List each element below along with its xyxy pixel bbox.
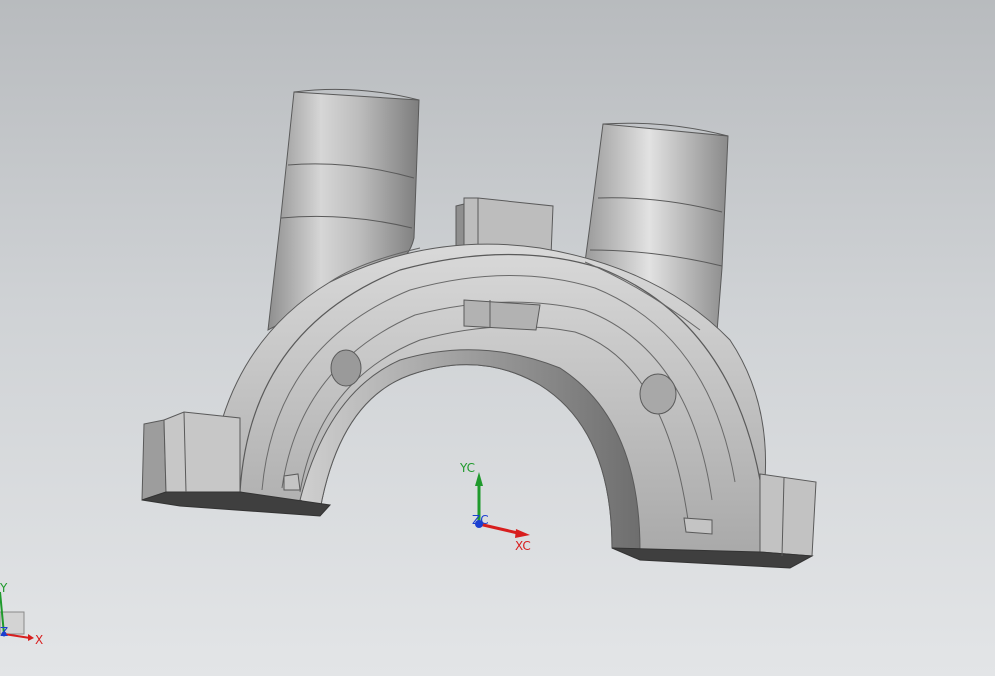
yc-label: YC bbox=[459, 461, 475, 475]
view-y-label: Y bbox=[0, 581, 8, 595]
wcs-triad[interactable]: YC XC ZC bbox=[459, 461, 531, 553]
view-triad[interactable]: X Z Y bbox=[0, 581, 43, 647]
view-z-label: Z bbox=[0, 625, 8, 639]
view-x-label: X bbox=[35, 633, 43, 647]
zc-label: ZC bbox=[472, 513, 489, 527]
model-canvas[interactable]: YC XC ZC X Z Y bbox=[0, 0, 995, 676]
xc-label: XC bbox=[515, 539, 531, 553]
graphics-viewport[interactable]: YC XC ZC X Z Y bbox=[0, 0, 995, 676]
